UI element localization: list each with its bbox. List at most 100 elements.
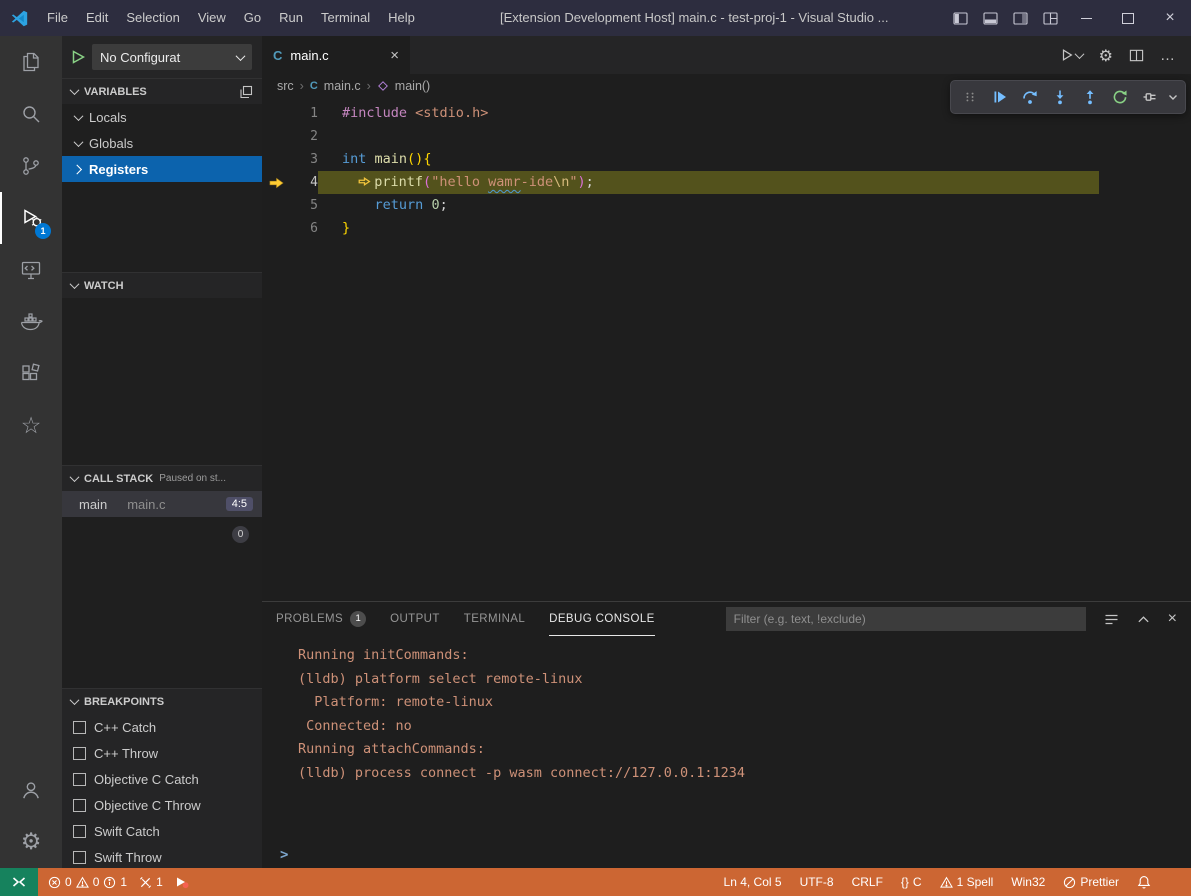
variables-item-locals[interactable]: Locals [62, 104, 262, 130]
toggle-secondary-sidebar-icon[interactable] [1005, 0, 1035, 36]
cursor-position[interactable]: Ln 4, Col 5 [718, 875, 788, 889]
panel-tab-output[interactable]: OUTPUT [390, 602, 440, 636]
continue-icon[interactable] [986, 84, 1014, 110]
language-label: C [913, 875, 922, 889]
code-line-5[interactable]: 5 return 0; [262, 194, 1191, 217]
checkbox[interactable] [73, 721, 86, 734]
variables-section-header[interactable]: VARIABLES [62, 78, 262, 104]
panel-tab-problems[interactable]: PROBLEMS1 [276, 602, 366, 636]
breakpoint-item-objective-c-throw[interactable]: Objective C Throw [62, 792, 262, 818]
run-or-debug-button[interactable] [1060, 48, 1083, 62]
chevron-down-icon[interactable] [1166, 84, 1180, 110]
filter-input[interactable] [726, 607, 1086, 631]
variables-item-globals[interactable]: Globals [62, 130, 262, 156]
debug-sidebar: No Configurat VARIABLES Locals Globals R… [62, 36, 262, 868]
language-mode[interactable]: {} C [895, 875, 928, 889]
notifications-bell-icon[interactable] [1131, 875, 1157, 889]
extensions-icon[interactable] [0, 348, 62, 400]
panel-tab-label: PROBLEMS [276, 613, 343, 625]
checkbox[interactable] [73, 799, 86, 812]
console-prompt[interactable]: > [280, 847, 288, 863]
maximize-panel-icon[interactable] [1137, 613, 1150, 626]
watch-section-header[interactable]: WATCH [62, 272, 262, 298]
close-window-button[interactable]: × [1149, 0, 1191, 36]
filter-lines-icon[interactable] [1104, 612, 1119, 627]
eol-indicator[interactable]: CRLF [846, 875, 889, 889]
code-line-2[interactable]: 2 [262, 125, 1191, 148]
restart-icon[interactable] [1106, 84, 1134, 110]
remote-explorer-icon[interactable] [0, 244, 62, 296]
close-tab-icon[interactable]: × [390, 47, 399, 64]
callstack-section-header[interactable]: CALL STACK Paused on st... [62, 465, 262, 491]
minimize-button[interactable] [1065, 0, 1107, 36]
breakpoints-section-header[interactable]: BREAKPOINTS [62, 688, 262, 714]
docker-icon[interactable] [0, 296, 62, 348]
console-line: Running attachCommands: [298, 738, 1191, 762]
more-actions-icon[interactable]: … [1160, 47, 1175, 64]
step-out-icon[interactable] [1076, 84, 1104, 110]
breakpoint-item-swift-throw[interactable]: Swift Throw [62, 844, 262, 868]
gear-icon[interactable]: ⚙ [1099, 46, 1113, 65]
stack-frame-row[interactable]: main main.c 4:5 [62, 491, 262, 517]
breadcrumb-file[interactable]: main.c [324, 79, 361, 93]
run-debug-icon[interactable]: 1 [0, 192, 62, 244]
menu-file[interactable]: File [38, 0, 77, 36]
formatter-status[interactable]: Prettier [1057, 875, 1125, 889]
breakpoint-item-objective-c-catch[interactable]: Objective C Catch [62, 766, 262, 792]
toggle-panel-icon[interactable] [975, 0, 1005, 36]
account-icon[interactable] [0, 764, 62, 816]
checkbox[interactable] [73, 773, 86, 786]
search-icon[interactable] [0, 88, 62, 140]
toggle-sidebar-icon[interactable] [945, 0, 975, 36]
close-panel-icon[interactable]: × [1168, 610, 1177, 628]
panel-tab-terminal[interactable]: TERMINAL [464, 602, 525, 636]
chevron-down-icon [70, 472, 80, 482]
panel-tab-debug-console[interactable]: DEBUG CONSOLE [549, 602, 655, 636]
debug-config-dropdown[interactable]: No Configurat [92, 44, 252, 70]
step-over-icon[interactable] [1016, 84, 1044, 110]
execution-pointer-icon[interactable] [262, 177, 290, 189]
checkbox[interactable] [73, 747, 86, 760]
status-bar: 0 0 1 1 Ln 4, Col 5 UTF-8 CRLF [0, 868, 1191, 896]
menu-terminal[interactable]: Terminal [312, 0, 379, 36]
problems-status[interactable]: 0 0 1 [42, 875, 133, 889]
code-line-4[interactable]: 4 printf("hello wamr-ide\n"); [262, 171, 1191, 194]
breakpoint-item-c-catch[interactable]: C++ Catch [62, 714, 262, 740]
menu-run[interactable]: Run [270, 0, 312, 36]
variables-item-registers[interactable]: Registers [62, 156, 262, 182]
breadcrumb-folder[interactable]: src [277, 79, 294, 93]
breakpoint-item-c-throw[interactable]: C++ Throw [62, 740, 262, 766]
source-control-icon[interactable] [0, 140, 62, 192]
braces-icon: {} [901, 875, 909, 889]
toolbar-gripper[interactable] [956, 84, 984, 110]
encoding-indicator[interactable]: UTF-8 [794, 875, 840, 889]
menu-view[interactable]: View [189, 0, 235, 36]
checkbox[interactable] [73, 851, 86, 864]
customize-layout-icon[interactable] [1035, 0, 1065, 36]
menu-selection[interactable]: Selection [117, 0, 188, 36]
menu-help[interactable]: Help [379, 0, 424, 36]
remote-indicator[interactable] [0, 868, 38, 896]
step-into-icon[interactable] [1046, 84, 1074, 110]
explorer-icon[interactable] [0, 36, 62, 88]
disconnect-icon[interactable] [1136, 84, 1164, 110]
menu-edit[interactable]: Edit [77, 0, 117, 36]
split-editor-icon[interactable] [1129, 48, 1144, 63]
start-debug-button[interactable] [72, 50, 85, 64]
code-line-3[interactable]: 3int main(){ [262, 148, 1191, 171]
tab-main-c[interactable]: C main.c × [262, 36, 410, 74]
breadcrumb-symbol[interactable]: main() [395, 79, 430, 93]
debug-status[interactable] [169, 875, 195, 889]
tools-status[interactable]: 1 [133, 875, 169, 889]
copy-icon[interactable] [239, 85, 253, 99]
spell-checker-status[interactable]: 1 Spell [934, 875, 1000, 889]
maximize-button[interactable] [1107, 0, 1149, 36]
breakpoint-item-swift-catch[interactable]: Swift Catch [62, 818, 262, 844]
settings-gear-icon[interactable]: ⚙ [0, 816, 62, 868]
build-target[interactable]: Win32 [1005, 875, 1051, 889]
checkbox[interactable] [73, 825, 86, 838]
menu-go[interactable]: Go [235, 0, 270, 36]
code-lines: 1#include <stdio.h>23int main(){4 printf… [262, 98, 1191, 240]
star-icon[interactable]: ☆ [0, 400, 62, 452]
code-line-6[interactable]: 6} [262, 217, 1191, 240]
